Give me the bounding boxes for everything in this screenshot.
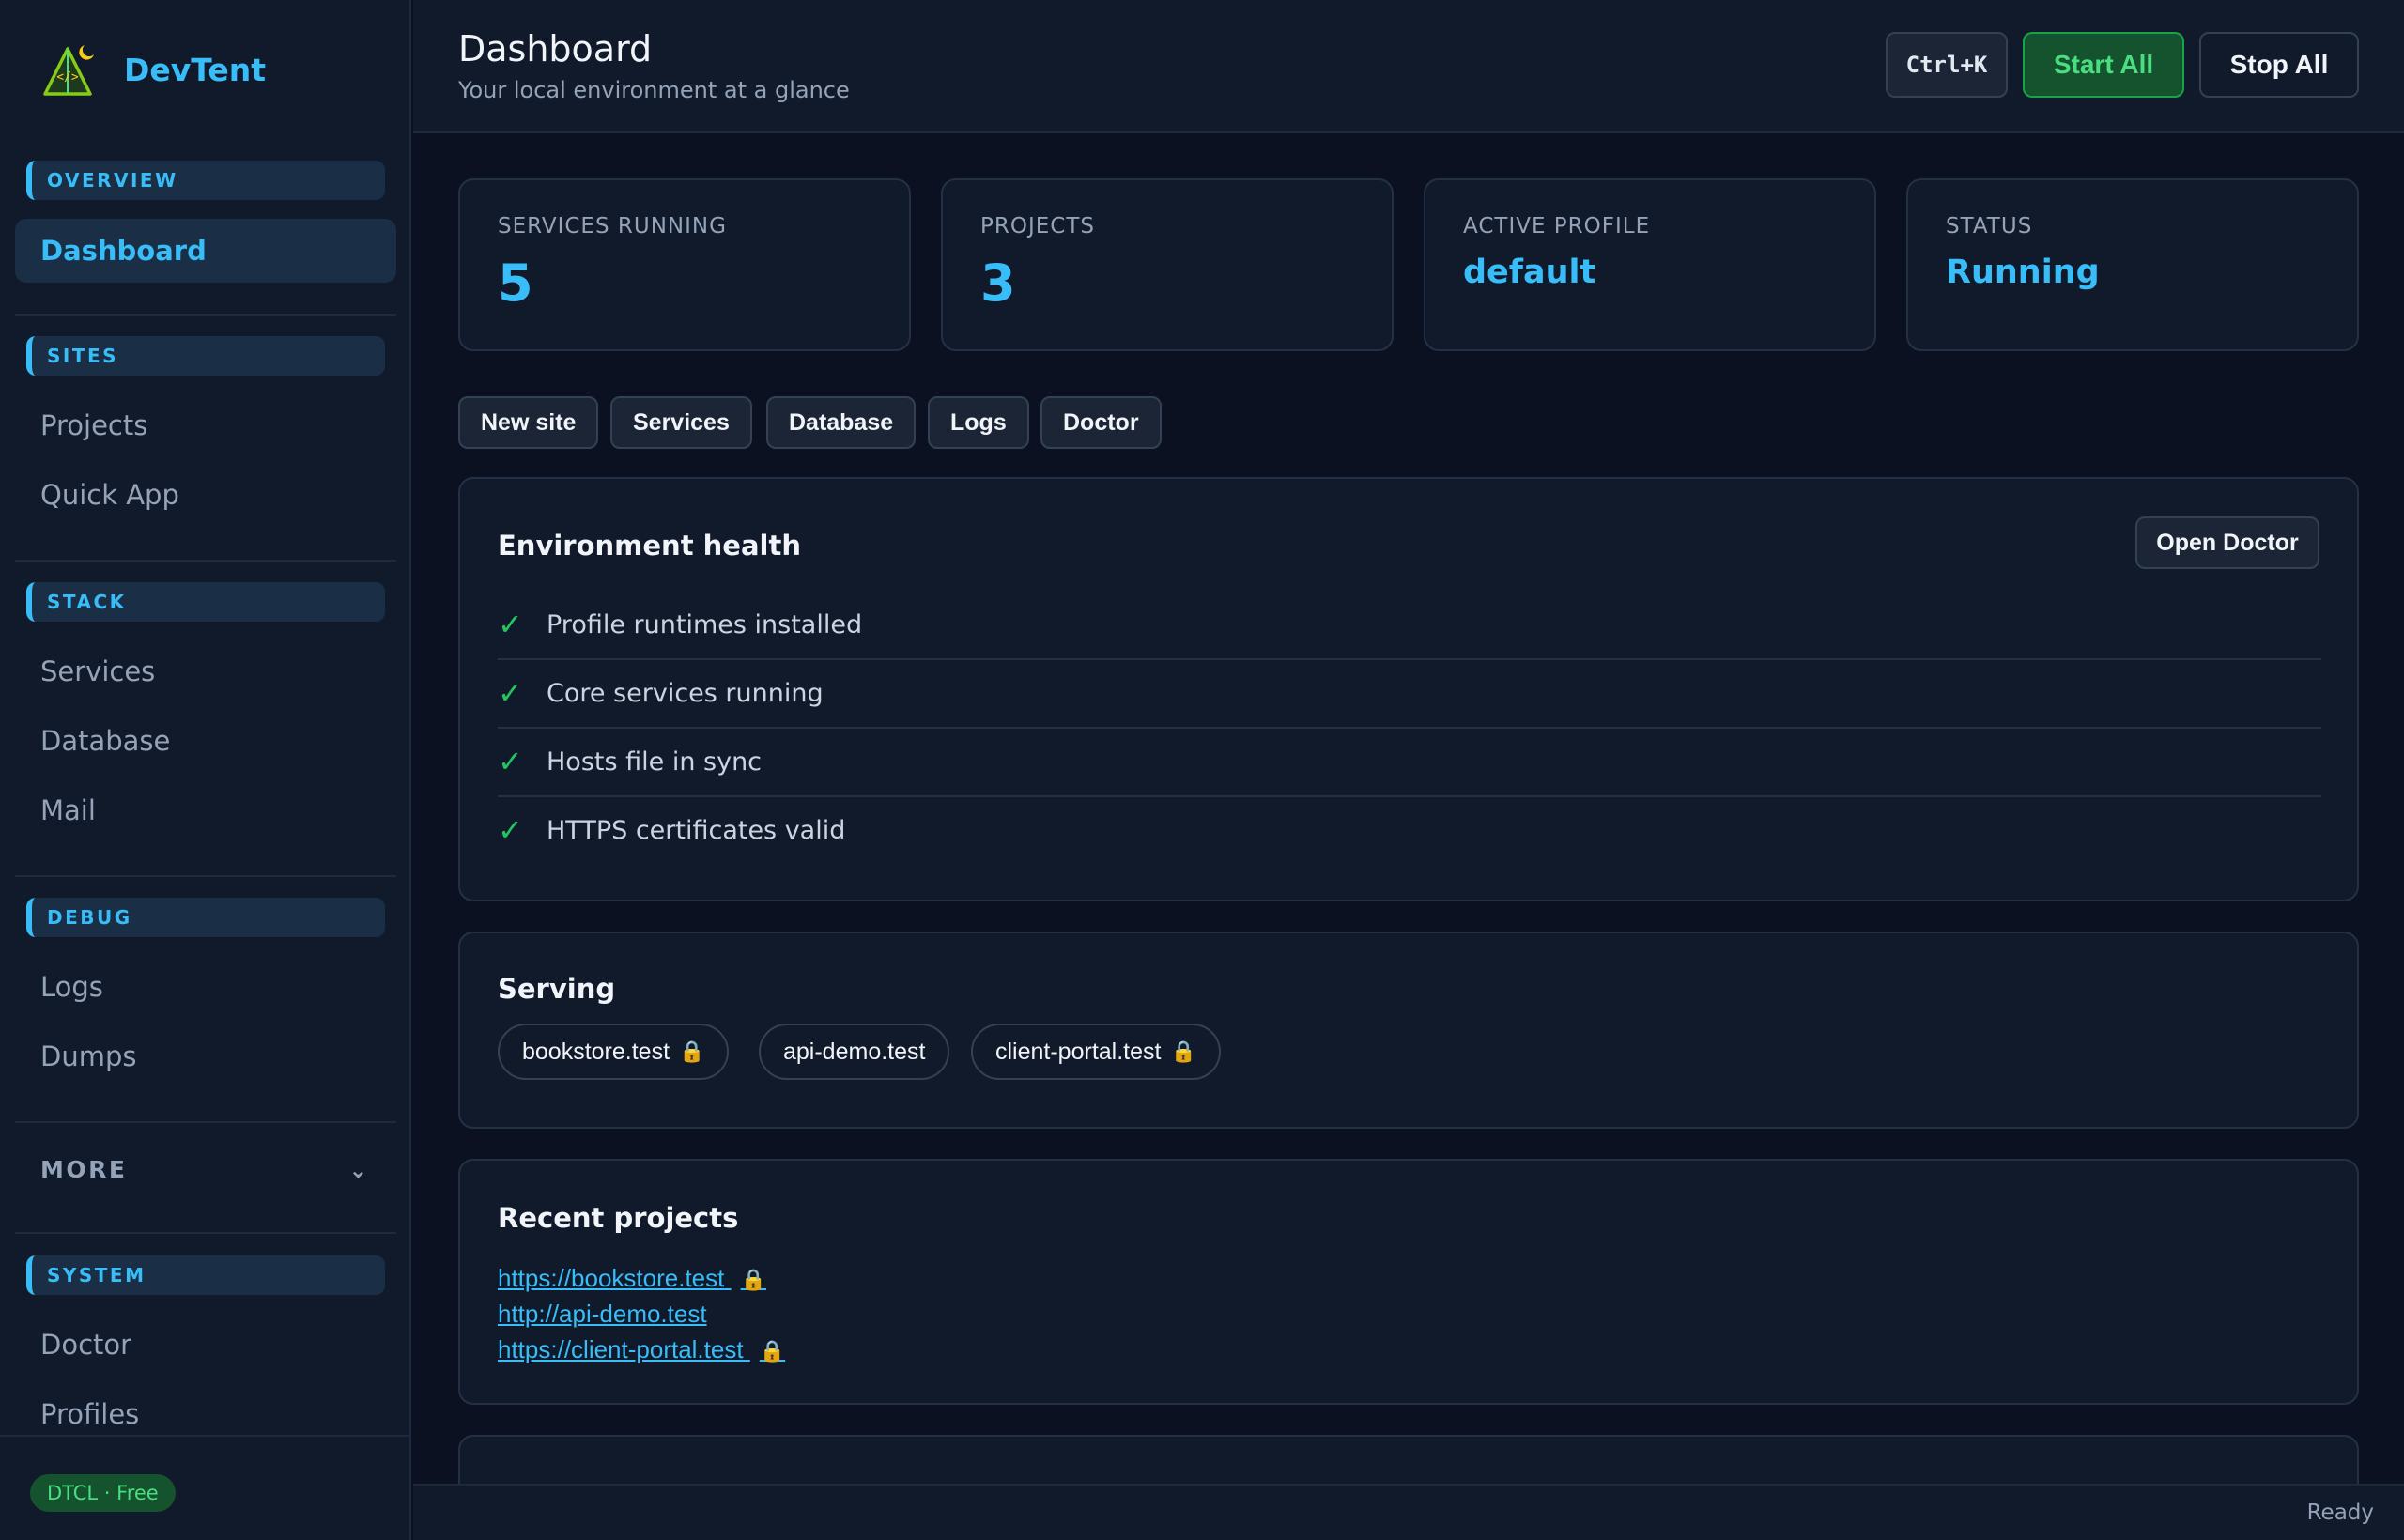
sidebar-item-projects[interactable]: Projects [15, 393, 396, 457]
stat-active-profile: ACTIVE PROFILE default [1424, 178, 1876, 351]
stat-value: Running [1946, 254, 2100, 291]
quick-new-site-button[interactable]: New site [458, 396, 599, 449]
sidebar-footer: DTCL · Free [0, 1435, 409, 1540]
page-subtitle: Your local environment at a glance [458, 77, 850, 103]
check-icon: ✓ [498, 744, 523, 779]
brand[interactable]: </> DevTent [39, 38, 266, 101]
recent-project-link[interactable]: https://bookstore.test 🔒 [498, 1264, 766, 1293]
check-icon: ✓ [498, 675, 523, 711]
stat-services-running: SERVICES RUNNING 5 [458, 178, 911, 351]
lock-icon: 🔒 [740, 1268, 766, 1291]
start-all-button[interactable]: Start All [2023, 32, 2184, 98]
health-check-item: ✓ Hosts file in sync [498, 729, 2321, 797]
section-stack: STACK [26, 582, 385, 622]
sidebar-item-database[interactable]: Database [15, 709, 396, 773]
quick-services-button[interactable]: Services [610, 396, 752, 449]
sidebar: </> DevTent OVERVIEW Dashboard SITES Pro… [0, 0, 411, 1540]
card-title: Recent projects [498, 1202, 739, 1234]
link-url: https://client-portal.test [498, 1335, 744, 1363]
serving-site-chip[interactable]: bookstore.test 🔒 [498, 1024, 730, 1080]
section-system: SYSTEM [26, 1255, 385, 1295]
stat-label: PROJECTS [980, 214, 1095, 239]
link-url: https://bookstore.test [498, 1264, 725, 1292]
sidebar-item-mail[interactable]: Mail [15, 778, 396, 842]
app-name: DevTent [124, 51, 267, 88]
health-check-label: Hosts file in sync [547, 747, 763, 777]
health-check-label: HTTPS certificates valid [547, 816, 846, 845]
divider [15, 1121, 396, 1123]
recent-projects-card: Recent projects https://bookstore.test 🔒… [458, 1159, 2359, 1405]
quick-logs-button[interactable]: Logs [928, 396, 1029, 449]
site-host: api-demo.test [783, 1039, 926, 1065]
environment-health-card: Environment health Open Doctor ✓ Profile… [458, 477, 2359, 901]
quick-doctor-button[interactable]: Doctor [1040, 396, 1162, 449]
serving-card: Serving bookstore.test 🔒 api-demo.test c… [458, 932, 2359, 1129]
serving-site-chip[interactable]: client-portal.test 🔒 [971, 1024, 1221, 1080]
recent-project-link[interactable]: http://api-demo.test [498, 1300, 707, 1329]
more-label: MORE [40, 1156, 128, 1183]
open-doctor-button[interactable]: Open Doctor [2135, 516, 2319, 569]
section-sites: SITES [26, 336, 385, 376]
divider [15, 314, 396, 316]
stat-label: SERVICES RUNNING [498, 214, 727, 239]
devtent-logo-icon: </> [43, 45, 94, 96]
sidebar-item-dumps[interactable]: Dumps [15, 1024, 396, 1088]
stop-all-button[interactable]: Stop All [2199, 32, 2359, 98]
chevron-down-icon: ⌄ [348, 1157, 370, 1183]
stat-status: STATUS Running [1906, 178, 2359, 351]
stat-value: default [1463, 254, 1596, 291]
lock-icon: 🔒 [1170, 1040, 1196, 1063]
site-host: client-portal.test [995, 1039, 1162, 1065]
quick-database-button[interactable]: Database [766, 396, 917, 449]
recent-project-link[interactable]: https://client-portal.test 🔒 [498, 1335, 785, 1364]
divider [15, 875, 396, 877]
page-header: Dashboard Your local environment at a gl… [413, 0, 2404, 133]
more-toggle[interactable]: MORE ⌄ [15, 1138, 396, 1202]
serving-site-chip[interactable]: api-demo.test [759, 1024, 950, 1080]
check-icon: ✓ [498, 812, 523, 848]
health-check-label: Core services running [547, 679, 824, 708]
card-title: Environment health [498, 530, 801, 562]
section-overview: OVERVIEW [26, 161, 385, 200]
sidebar-item-logs[interactable]: Logs [15, 955, 396, 1019]
stat-value: 3 [980, 254, 1016, 313]
sidebar-item-services[interactable]: Services [15, 639, 396, 703]
health-check-item: ✓ Core services running [498, 660, 2321, 729]
health-check-item: ✓ HTTPS certificates valid [498, 797, 2321, 866]
divider [15, 560, 396, 562]
health-check-item: ✓ Profile runtimes installed [498, 592, 2321, 660]
site-host: bookstore.test [522, 1039, 670, 1065]
stat-projects: PROJECTS 3 [941, 178, 1394, 351]
check-icon: ✓ [498, 607, 523, 642]
lock-icon: 🔒 [759, 1339, 786, 1363]
status-bar: Ready [413, 1484, 2404, 1540]
link-url: http://api-demo.test [498, 1300, 707, 1328]
status-text: Ready [2306, 1501, 2374, 1525]
page-title: Dashboard [458, 28, 653, 69]
stat-label: ACTIVE PROFILE [1463, 214, 1651, 239]
sidebar-item-quick-app[interactable]: Quick App [15, 463, 396, 527]
plan-badge: DTCL · Free [30, 1474, 176, 1512]
divider [15, 1232, 396, 1234]
health-check-label: Profile runtimes installed [547, 610, 863, 639]
card-title: Serving [498, 973, 616, 1005]
section-debug: DEBUG [26, 898, 385, 937]
lock-icon: 🔒 [679, 1040, 705, 1063]
stat-value: 5 [498, 254, 533, 313]
stat-label: STATUS [1946, 214, 2033, 239]
svg-text:</>: </> [56, 70, 79, 85]
command-palette-button[interactable]: Ctrl+K [1886, 32, 2008, 98]
sidebar-item-doctor[interactable]: Doctor [15, 1313, 396, 1377]
sidebar-item-dashboard[interactable]: Dashboard [15, 219, 396, 283]
